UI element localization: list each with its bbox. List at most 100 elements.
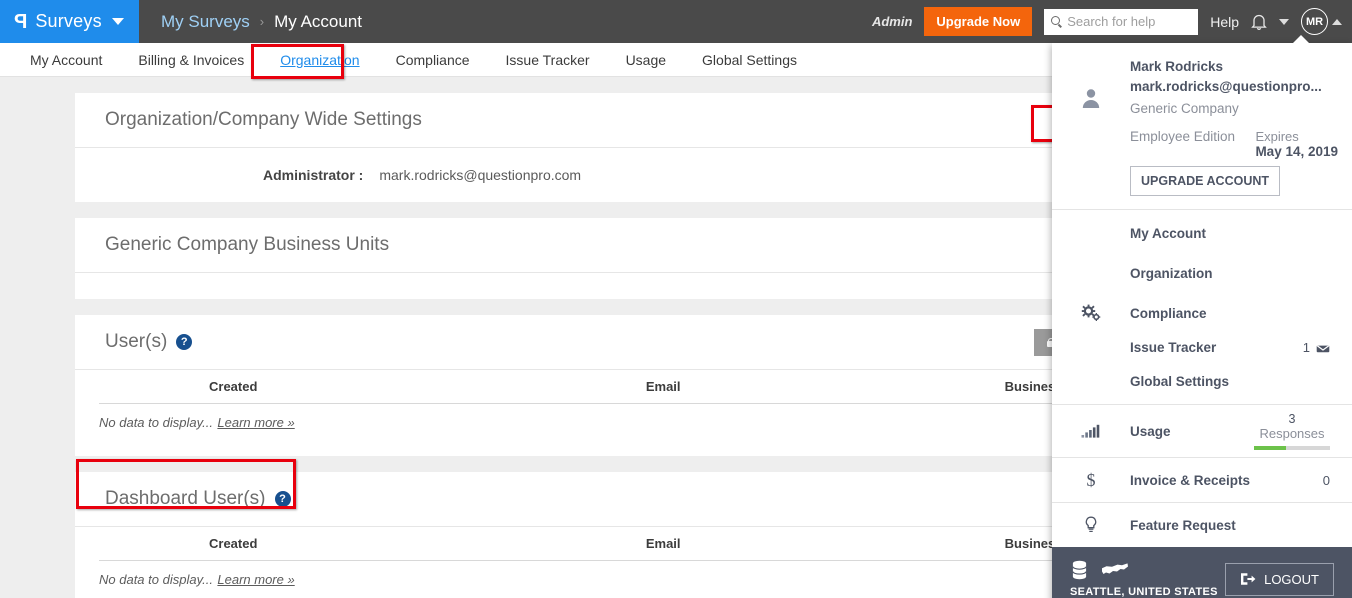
svg-text:$: $ — [1087, 470, 1096, 490]
account-menu-toggle[interactable]: MR — [1301, 8, 1342, 35]
tab-compliance[interactable]: Compliance — [378, 43, 488, 77]
administrator-label: Administrator : — [263, 167, 363, 183]
footer-location-label: SEATTLE, UNITED STATES — [1070, 586, 1225, 598]
usage-progress-fill — [1254, 446, 1286, 450]
administrator-row: Administrator : mark.rodricks@questionpr… — [263, 167, 581, 183]
dashboard-learn-more-link[interactable]: Learn more » — [217, 572, 294, 587]
bar-chart-icon — [1052, 424, 1130, 438]
brand-label: Surveys — [35, 11, 101, 32]
brand-surveys-button[interactable]: P Surveys — [0, 0, 139, 43]
header-right-group: Admin Upgrade Now Search for help Help M… — [872, 0, 1352, 43]
dollar-icon: $ — [1052, 470, 1130, 490]
dropdown-nav-group: My Account Organization — [1052, 210, 1352, 404]
top-header-bar: P Surveys My Surveys › My Account Admin … — [0, 0, 1352, 43]
account-dropdown-panel: Mark Rodricks mark.rodricks@questionpro.… — [1052, 43, 1352, 598]
dropdown-item-label: Usage — [1130, 424, 1254, 439]
dropdown-item-compliance[interactable]: Compliance — [1052, 296, 1352, 330]
questionpro-p-icon: P — [14, 12, 27, 32]
dropdown-item-usage[interactable]: Usage 3 Responses — [1052, 405, 1352, 457]
dropdown-footer: SEATTLE, UNITED STATES LOGOUT — [1052, 547, 1352, 598]
profile-name: Mark Rodricks — [1130, 57, 1338, 77]
dashboard-users-title: Dashboard User(s) — [105, 488, 266, 510]
dashboard-users-help-icon[interactable]: ? — [275, 491, 291, 507]
issue-tracker-count-group: 1 — [1303, 340, 1352, 355]
gears-icon — [1052, 304, 1130, 322]
usage-progress-bar — [1254, 446, 1330, 450]
database-icon — [1070, 560, 1089, 580]
plan-row: Employee Edition Expires May 14, 2019 — [1130, 129, 1338, 159]
profile-info: Mark Rodricks mark.rodricks@questionpro.… — [1130, 57, 1352, 196]
notification-chevron-down-icon[interactable] — [1279, 19, 1289, 25]
users-col-created: Created — [99, 370, 446, 404]
dropdown-item-my-account[interactable]: My Account — [1052, 216, 1352, 250]
profile-email: mark.rodricks@questionpro... — [1130, 77, 1338, 97]
tab-label: Issue Tracker — [506, 52, 590, 68]
users-col-email: Email — [446, 370, 960, 404]
tab-organization[interactable]: Organization — [262, 43, 377, 77]
tab-label: My Account — [30, 52, 102, 68]
profile-icon-column — [1052, 57, 1130, 196]
expires-block: Expires May 14, 2019 — [1255, 129, 1338, 159]
dropdown-item-invoice-receipts[interactable]: $ Invoice & Receipts 0 — [1052, 458, 1352, 502]
tab-label: Usage — [626, 52, 666, 68]
search-input[interactable]: Search for help — [1044, 9, 1198, 35]
notification-bell-icon[interactable] — [1251, 13, 1267, 31]
tab-label: Organization — [280, 52, 359, 68]
search-placeholder: Search for help — [1067, 14, 1155, 29]
invoice-count: 0 — [1323, 473, 1352, 488]
lightbulb-icon — [1052, 515, 1130, 535]
usage-count: 3 — [1254, 413, 1330, 427]
dropdown-item-feature-request[interactable]: Feature Request — [1052, 503, 1352, 547]
users-help-icon[interactable]: ? — [176, 334, 192, 350]
expires-label: Expires — [1255, 129, 1338, 144]
footer-icons — [1070, 560, 1225, 580]
tab-my-account[interactable]: My Account — [12, 43, 120, 77]
logout-icon — [1240, 572, 1256, 586]
dropdown-item-label: Global Settings — [1130, 374, 1352, 389]
chevron-right-icon: › — [260, 14, 264, 29]
page-title: Organization/Company Wide Settings — [105, 109, 422, 131]
footer-location-group: SEATTLE, UNITED STATES — [1070, 560, 1225, 598]
usage-unit: Responses — [1254, 426, 1330, 442]
dashboard-empty-text: No data to display... — [99, 572, 213, 587]
upgrade-now-button[interactable]: Upgrade Now — [924, 7, 1032, 36]
dropdown-item-issue-tracker[interactable]: Issue Tracker 1 — [1052, 330, 1352, 364]
dropdown-item-label: Compliance — [1130, 306, 1352, 321]
dashboard-col-created: Created — [99, 527, 446, 561]
admin-label: Admin — [872, 14, 912, 29]
person-icon — [1080, 87, 1102, 109]
envelope-icon — [1316, 342, 1330, 353]
breadcrumb-my-surveys[interactable]: My Surveys — [161, 12, 250, 32]
avatar: MR — [1301, 8, 1328, 35]
search-icon — [1051, 16, 1062, 27]
plan-edition: Employee Edition — [1130, 129, 1235, 159]
administrator-email: mark.rodricks@questionpro.com — [379, 167, 581, 183]
logout-button[interactable]: LOGOUT — [1225, 563, 1334, 596]
users-learn-more-link[interactable]: Learn more » — [217, 415, 294, 430]
dropdown-item-organization[interactable]: Organization — [1052, 256, 1352, 290]
dropdown-item-label: My Account — [1130, 226, 1352, 241]
app-root: P Surveys My Surveys › My Account Admin … — [0, 0, 1352, 598]
expires-value: May 14, 2019 — [1255, 144, 1338, 159]
tab-label: Global Settings — [702, 52, 797, 68]
issue-tracker-count: 1 — [1303, 340, 1310, 355]
chevron-down-icon — [112, 18, 124, 25]
chevron-up-icon — [1332, 19, 1342, 25]
breadcrumb: My Surveys › My Account — [161, 12, 362, 32]
dropdown-item-label: Invoice & Receipts — [1130, 473, 1323, 488]
dropdown-arrow — [1292, 35, 1310, 44]
tab-billing-invoices[interactable]: Billing & Invoices — [120, 43, 262, 77]
tab-issue-tracker[interactable]: Issue Tracker — [488, 43, 608, 77]
tab-global-settings[interactable]: Global Settings — [684, 43, 815, 77]
tab-label: Compliance — [396, 52, 470, 68]
profile-company: Generic Company — [1130, 98, 1338, 120]
dropdown-item-global-settings[interactable]: Global Settings — [1052, 364, 1352, 398]
upgrade-account-button[interactable]: UPGRADE ACCOUNT — [1130, 166, 1280, 196]
help-link[interactable]: Help — [1210, 14, 1239, 30]
users-empty-text: No data to display... — [99, 415, 213, 430]
dropdown-item-label: Feature Request — [1130, 518, 1352, 533]
users-title: User(s) — [105, 331, 167, 353]
dashboard-col-email: Email — [446, 527, 960, 561]
tab-usage[interactable]: Usage — [608, 43, 684, 77]
breadcrumb-my-account: My Account — [274, 12, 362, 32]
